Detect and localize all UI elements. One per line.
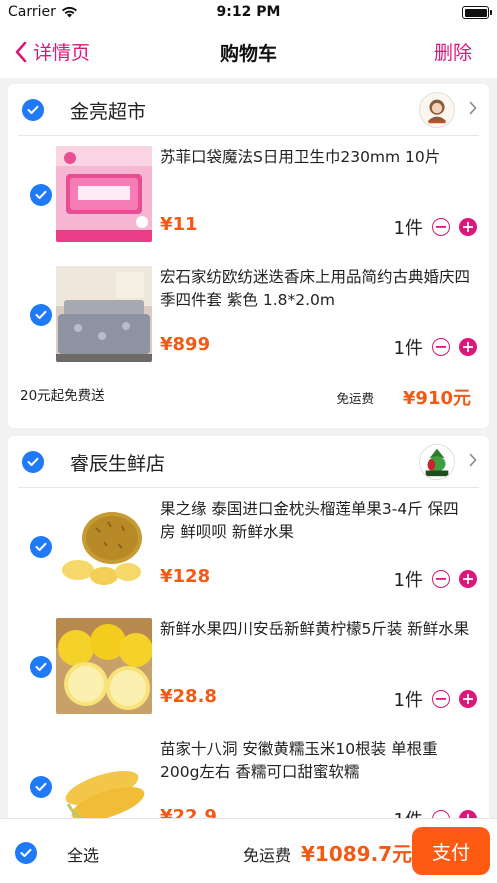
minus-icon[interactable] [432, 338, 450, 356]
plus-icon[interactable] [459, 810, 477, 818]
status-time: 9:12 PM [216, 4, 281, 20]
check-icon [35, 190, 47, 199]
back-chevron-icon [15, 41, 27, 62]
product-title[interactable]: 苏菲口袋魔法S日用卫生巾230mm 10片 [160, 146, 470, 169]
free-delivery-threshold: 20元起免费送 [20, 388, 105, 404]
item-checkbox[interactable] [30, 536, 52, 558]
minus-icon[interactable] [432, 218, 450, 236]
cart-item[interactable]: 果之缘 泰国进口金枕头榴莲单果3-4斤 保四房 鲜呗呗 新鲜水果 ¥128 1件 [8, 488, 489, 608]
cart-item[interactable]: 苏菲口袋魔法S日用卫生巾230mm 10片 ¥11 1件 [8, 136, 489, 256]
product-title[interactable]: 苗家十八洞 安徽黄糯玉米10根装 单根重200g左右 香糯可口甜蜜软糯 [160, 738, 470, 784]
store-footer: 20元起免费送 免运费 ¥910元 [8, 376, 489, 428]
nav-bar: 详情页 购物车 删除 [0, 26, 497, 78]
select-all-label[interactable]: 全选 [67, 842, 99, 866]
store-header[interactable]: 睿辰生鲜店 [18, 436, 479, 488]
quantity-stepper: 1件 [394, 686, 477, 712]
item-checkbox[interactable] [30, 304, 52, 326]
product-image[interactable] [56, 266, 152, 362]
quantity-value: 1件 [393, 218, 423, 239]
plus-icon[interactable] [459, 690, 477, 708]
minus-icon[interactable] [432, 690, 450, 708]
check-icon [27, 457, 39, 466]
store-logo [419, 444, 455, 480]
store-card: 睿辰生鲜店 果之缘 泰国进口金枕头榴莲单果3-4斤 保四房 鲜呗呗 新鲜水果 ¥… [8, 436, 489, 818]
check-icon [35, 782, 47, 791]
product-image[interactable] [56, 738, 152, 818]
store-checkbox[interactable] [22, 451, 44, 473]
item-checkbox[interactable] [30, 184, 52, 206]
store-checkbox[interactable] [22, 99, 44, 121]
plus-icon[interactable] [459, 570, 477, 588]
quantity-value: 1件 [393, 570, 423, 591]
product-image[interactable] [56, 618, 152, 714]
check-icon [35, 662, 47, 671]
product-price: ¥899 [160, 334, 211, 355]
minus-icon[interactable] [432, 570, 450, 588]
checkout-bar: 全选 免运费 ¥1089.7元 支付 [0, 818, 497, 883]
product-title[interactable]: 新鲜水果四川安岳新鲜黄柠檬5斤装 新鲜水果 [160, 618, 470, 641]
quantity-stepper: 1件 [394, 334, 477, 360]
quantity-stepper: 1件 [394, 566, 477, 592]
status-right [462, 6, 492, 19]
product-price: ¥22.9 [160, 806, 217, 818]
product-price: ¥128 [160, 566, 211, 587]
page-title: 购物车 [219, 42, 277, 65]
check-icon [20, 848, 32, 857]
quantity-stepper: 1件 [394, 214, 477, 240]
delete-button[interactable]: 删除 [434, 38, 472, 65]
product-price: ¥11 [160, 214, 198, 235]
back-button[interactable]: 详情页 [14, 38, 90, 65]
quantity-value: 1件 [393, 338, 423, 359]
cart-total: ¥1089.7元 [301, 842, 413, 866]
store-logo [419, 92, 455, 128]
store-total: ¥910元 [402, 388, 471, 409]
product-image[interactable] [56, 146, 152, 242]
shipping-label: 免运费 [243, 846, 292, 865]
item-checkbox[interactable] [30, 656, 52, 678]
back-label: 详情页 [33, 42, 91, 64]
store-name: 金亮超市 [70, 101, 147, 123]
plus-icon[interactable] [459, 338, 477, 356]
cart-item[interactable]: 新鲜水果四川安岳新鲜黄柠檬5斤装 新鲜水果 ¥28.8 1件 [8, 608, 489, 728]
store-name: 睿辰生鲜店 [70, 453, 166, 475]
store-card: 金亮超市 苏菲口袋魔法S日用卫生巾230mm 10片 ¥11 1件 宏石家纺欧纺… [8, 84, 489, 428]
store-header[interactable]: 金亮超市 [18, 84, 479, 136]
item-checkbox[interactable] [30, 776, 52, 798]
plus-icon[interactable] [459, 218, 477, 236]
product-title[interactable]: 宏石家纺欧纺迷迭香床上用品简约古典婚庆四季四件套 紫色 1.8*2.0m [160, 266, 470, 312]
cart-item[interactable]: 苗家十八洞 安徽黄糯玉米10根装 单根重200g左右 香糯可口甜蜜软糯 ¥22.… [8, 728, 489, 818]
cart-item[interactable]: 宏石家纺欧纺迷迭香床上用品简约古典婚庆四季四件套 紫色 1.8*2.0m ¥89… [8, 256, 489, 376]
status-bar: Carrier 9:12 PM [0, 0, 497, 26]
product-price: ¥28.8 [160, 686, 217, 707]
quantity-value: 1件 [394, 806, 423, 818]
check-icon [35, 310, 47, 319]
product-image[interactable] [56, 498, 152, 594]
check-icon [35, 542, 47, 551]
select-all-checkbox[interactable] [15, 842, 37, 864]
shipping-label: 免运费 [336, 391, 374, 406]
chevron-right-icon[interactable] [469, 453, 477, 467]
cart-list[interactable]: 金亮超市 苏菲口袋魔法S日用卫生巾230mm 10片 ¥11 1件 宏石家纺欧纺… [0, 78, 497, 818]
product-title[interactable]: 果之缘 泰国进口金枕头榴莲单果3-4斤 保四房 鲜呗呗 新鲜水果 [160, 498, 470, 544]
pay-button[interactable]: 支付 [412, 827, 490, 875]
quantity-value: 1件 [393, 690, 423, 711]
chevron-right-icon[interactable] [469, 101, 477, 115]
quantity-stepper: 1件 [394, 806, 477, 818]
check-icon [27, 105, 39, 114]
minus-icon[interactable] [432, 810, 450, 818]
battery-icon [462, 6, 492, 19]
